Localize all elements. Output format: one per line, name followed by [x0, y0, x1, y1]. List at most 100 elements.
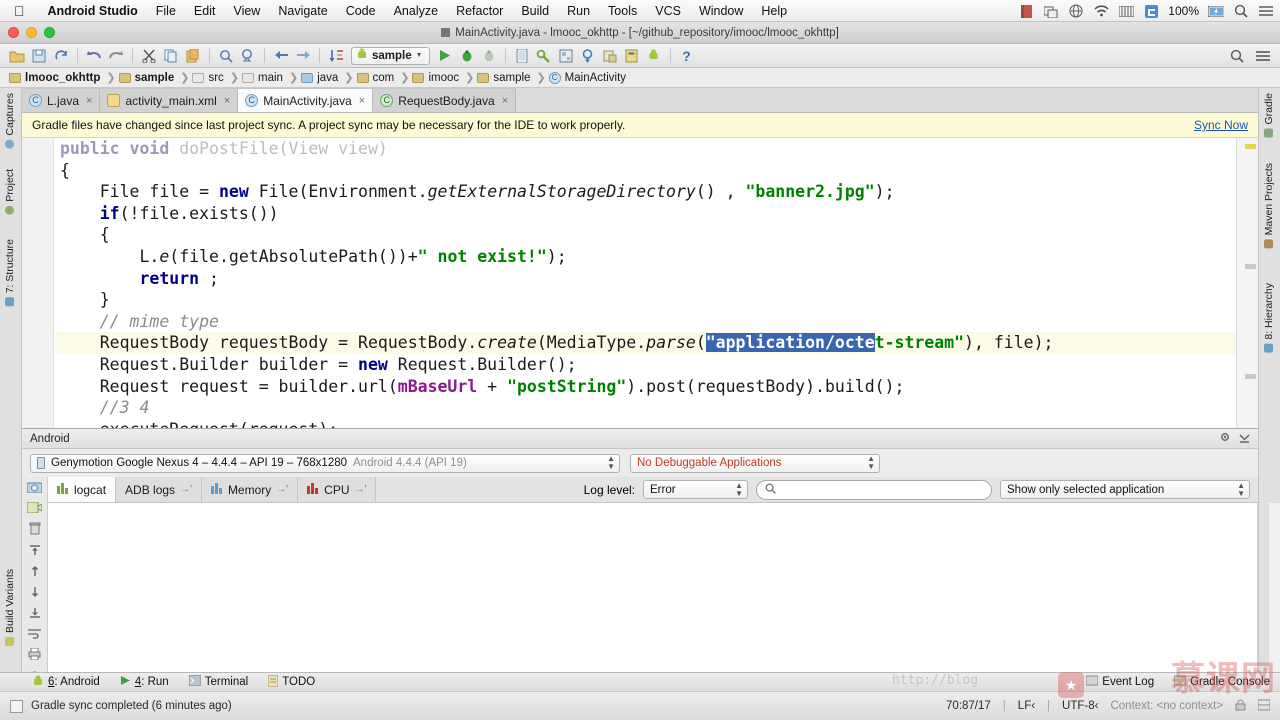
logcat-tab-logcat[interactable]: logcat — [48, 477, 117, 502]
menu-item-window[interactable]: Window — [690, 4, 752, 18]
spotlight-search-icon[interactable] — [1233, 4, 1249, 18]
sync-gradle-icon[interactable] — [577, 46, 599, 66]
help-icon[interactable]: ? — [676, 46, 698, 66]
run-configuration-selector[interactable]: sample ▼ — [351, 46, 430, 65]
lock-icon[interactable] — [1235, 699, 1246, 714]
memory-indicator-icon[interactable] — [1257, 699, 1271, 714]
code-line[interactable]: Request.Builder builder = new Request.Bu… — [55, 354, 1236, 376]
wrap-icon[interactable] — [26, 628, 44, 639]
sidebar-item-build-variants[interactable]: Build Variants — [2, 566, 18, 649]
editor-tab-requestbody-java[interactable]: C RequestBody.java × — [373, 88, 517, 112]
battery-charging-icon[interactable] — [1208, 4, 1224, 18]
search-everywhere-icon[interactable] — [1226, 46, 1248, 66]
logcat-tab-memory[interactable]: Memory →′ — [201, 477, 299, 502]
code-line[interactable]: return ; — [55, 268, 1236, 290]
sort-icon[interactable] — [325, 46, 347, 66]
code-line[interactable]: L.e(file.getAbsolutePath())+" not exist!… — [55, 246, 1236, 268]
menu-icon[interactable] — [1252, 46, 1274, 66]
cut-icon[interactable] — [138, 46, 160, 66]
scroll-top-icon[interactable] — [26, 544, 44, 556]
scroll-up-icon[interactable] — [26, 565, 44, 577]
code-line[interactable]: // mime type — [55, 311, 1236, 333]
print-icon[interactable] — [26, 648, 44, 660]
breadcrumb-item-imooc[interactable]: imooc — [409, 72, 465, 84]
pin-icon[interactable]: →′ — [276, 484, 288, 495]
code-line[interactable]: RequestBody requestBody = RequestBody.cr… — [55, 332, 1236, 354]
bottom-tab-4-run[interactable]: 4: Run — [110, 672, 179, 692]
sync-icon[interactable] — [50, 46, 72, 66]
menu-item-tools[interactable]: Tools — [599, 4, 646, 18]
logcat-search-box[interactable] — [756, 479, 992, 500]
scroll-bottom-icon[interactable] — [26, 607, 44, 619]
project-structure-icon[interactable] — [599, 46, 621, 66]
device-selector[interactable]: Genymotion Google Nexus 4 – 4.4.4 – API … — [30, 453, 620, 473]
notes-icon[interactable] — [1018, 4, 1034, 18]
breadcrumb-item-src[interactable]: src — [189, 72, 229, 84]
wifi-icon[interactable] — [1093, 4, 1109, 18]
logcat-output[interactable]: http://blog — [48, 503, 1258, 698]
breadcrumb-item-sample[interactable]: sample — [116, 72, 181, 84]
minimize-window-button[interactable] — [26, 27, 37, 38]
menu-item-view[interactable]: View — [224, 4, 269, 18]
close-icon[interactable]: × — [224, 95, 230, 107]
save-all-icon[interactable] — [28, 46, 50, 66]
menu-item-navigate[interactable]: Navigate — [269, 4, 336, 18]
breadcrumb-item-java[interactable]: java — [298, 72, 344, 84]
run-icon[interactable] — [434, 46, 456, 66]
line-separator-indicator[interactable]: LF‹ — [1018, 700, 1035, 712]
marker-warning[interactable] — [1245, 144, 1256, 149]
sidebar-item-structure[interactable]: 7: Structure — [2, 236, 18, 309]
breadcrumb-item-sample[interactable]: sample — [474, 72, 536, 84]
bottom-tab-event-log[interactable]: Event Log — [1076, 672, 1164, 692]
trash-icon[interactable] — [26, 522, 44, 535]
editor-tab-mainactivity-java[interactable]: C MainActivity.java × — [238, 88, 374, 112]
marker-info[interactable] — [1245, 264, 1256, 269]
menu-item-edit[interactable]: Edit — [185, 4, 225, 18]
menu-item-code[interactable]: Code — [337, 4, 385, 18]
pin-icon[interactable]: →′ — [180, 484, 192, 495]
bottom-tab-6-android[interactable]: 6: Android — [22, 672, 110, 692]
bottom-tab-todo[interactable]: TODO — [258, 672, 325, 692]
code-line[interactable]: File file = new File(Environment.getExte… — [55, 181, 1236, 203]
forward-icon[interactable] — [292, 46, 314, 66]
screen-share-icon[interactable] — [1043, 4, 1059, 18]
sidebar-item-captures[interactable]: Captures — [2, 90, 18, 152]
paste-icon[interactable] — [182, 46, 204, 66]
log-level-selector[interactable]: Error ▲ ▼ — [643, 480, 748, 499]
editor-code-area[interactable]: public void doPostFile(View view){ File … — [55, 138, 1236, 428]
apple-logo-icon[interactable]:  — [14, 4, 25, 18]
menu-item-file[interactable]: File — [147, 4, 185, 18]
open-folder-icon[interactable] — [6, 46, 28, 66]
breadcrumb-item-com[interactable]: com — [354, 72, 401, 84]
sidebar-item-gradle[interactable]: Gradle — [1261, 90, 1277, 141]
code-line[interactable]: { — [55, 224, 1236, 246]
editor-fold-strip[interactable] — [48, 138, 54, 428]
hide-panel-icon[interactable] — [1239, 432, 1250, 446]
menu-item-build[interactable]: Build — [512, 4, 558, 18]
breadcrumb-item-main[interactable]: main — [239, 72, 289, 84]
coverage-icon[interactable] — [478, 46, 500, 66]
sidebar-item-hierarchy[interactable]: 8: Hierarchy — [1261, 280, 1277, 356]
gear-icon[interactable] — [1219, 431, 1231, 446]
code-line[interactable]: public void doPostFile(View view) — [55, 138, 1236, 160]
code-line[interactable]: { — [55, 160, 1236, 182]
layout-inspector-icon[interactable] — [555, 46, 577, 66]
notification-center-icon[interactable] — [1258, 4, 1274, 18]
menu-app-name[interactable]: Android Studio — [39, 4, 147, 18]
status-toggle-icon[interactable] — [10, 699, 23, 713]
logcat-search-input[interactable] — [781, 482, 983, 497]
encoding-indicator[interactable]: UTF-8‹ — [1062, 700, 1098, 712]
code-line[interactable]: } — [55, 289, 1236, 311]
undo-icon[interactable] — [83, 46, 105, 66]
debug-icon[interactable] — [456, 46, 478, 66]
android-device-monitor-icon[interactable] — [643, 46, 665, 66]
menu-item-run[interactable]: Run — [558, 4, 599, 18]
copy-icon[interactable] — [160, 46, 182, 66]
code-line[interactable]: Request request = builder.url(mBaseUrl +… — [55, 376, 1236, 398]
editor-tab-activity_main-xml[interactable]: activity_main.xml × — [100, 88, 239, 112]
code-line[interactable]: //3 4 — [55, 397, 1236, 419]
find-replace-icon[interactable] — [237, 46, 259, 66]
screenshot-icon[interactable] — [26, 481, 44, 493]
bottom-tab-terminal[interactable]: Terminal — [179, 672, 258, 692]
marker-info[interactable] — [1245, 374, 1256, 379]
